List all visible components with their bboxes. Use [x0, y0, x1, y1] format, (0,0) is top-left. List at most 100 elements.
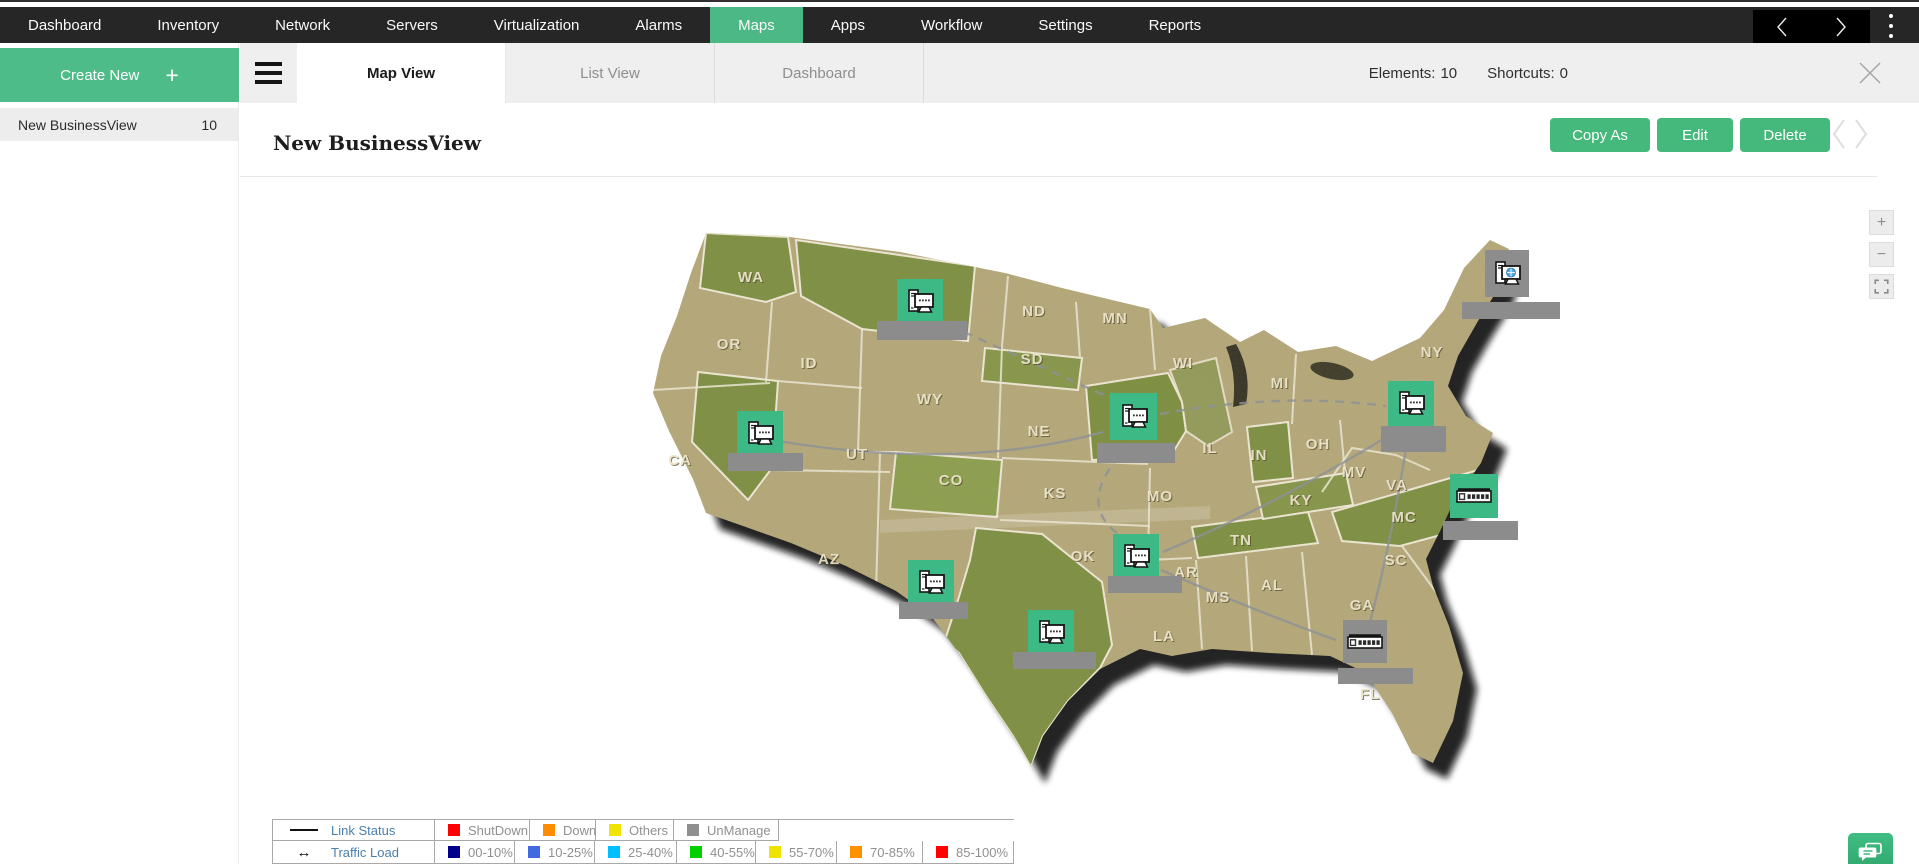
device-label[interactable]	[1097, 443, 1175, 463]
state-label-sc: SC	[1385, 552, 1408, 569]
fit-screen-icon	[1874, 279, 1889, 294]
legend-item-10-25-: 10-25%	[515, 841, 595, 864]
state-label-az: AZ	[818, 551, 840, 568]
legend-item-label: UnManage	[707, 823, 771, 838]
state-label-nd: ND	[1022, 303, 1046, 320]
legend-title-traffic-load: ↔Traffic Load	[273, 841, 435, 864]
state-label-ne: NE	[1028, 423, 1051, 440]
legend-item-label: Others	[629, 823, 668, 838]
device-label[interactable]	[1443, 521, 1518, 540]
state-label-mi: MI	[1271, 375, 1290, 392]
legend-swatch	[448, 824, 460, 836]
device-desktop-icon[interactable]	[1028, 610, 1074, 656]
state-label-wi: WI	[1173, 355, 1193, 372]
state-label-mo: MO	[1147, 488, 1173, 505]
legend-swatch	[543, 824, 555, 836]
device-label[interactable]	[728, 453, 803, 471]
state-label-mv: MV	[1342, 464, 1367, 481]
legend-swatch	[769, 846, 781, 858]
zoom-in-button[interactable]: +	[1869, 210, 1894, 235]
device-label[interactable]	[1381, 426, 1446, 452]
device-label[interactable]	[1108, 576, 1182, 593]
legend-swatch	[608, 846, 620, 858]
device-desktop-icon[interactable]	[897, 279, 943, 325]
legend-swatch	[936, 846, 948, 858]
legend-swatch	[609, 824, 621, 836]
state-label-ga: GA	[1350, 597, 1375, 614]
state-label-la: LA	[1153, 628, 1175, 645]
legend-item-label: 55-70%	[789, 845, 834, 860]
device-switch-icon[interactable]	[1450, 474, 1498, 518]
state-label-wy: WY	[917, 391, 943, 408]
legend-title-label: Link Status	[331, 823, 395, 838]
device-desktop-icon[interactable]	[1388, 381, 1434, 427]
legend-item-label: 10-25%	[548, 845, 593, 860]
legend-row-link-status: Link Status ShutDown Down Others UnManage	[273, 820, 1014, 841]
device-label[interactable]	[1462, 302, 1560, 319]
traffic-arrow-icon: ↔	[283, 844, 325, 861]
legend-item-55-70-: 55-70%	[756, 841, 837, 864]
legend-row-traffic-load: ↔Traffic Load 00-10% 10-25% 25-40% 40-55% 55-…	[273, 841, 1014, 864]
legend-item-unmanage: UnManage	[674, 820, 779, 841]
map-legend: Link Status ShutDown Down Others UnManage ↔Tr…	[272, 819, 1014, 864]
device-label[interactable]	[1013, 652, 1096, 669]
legend-swatch	[690, 846, 702, 858]
state-label-al: AL	[1261, 577, 1283, 594]
device-label[interactable]	[899, 602, 968, 619]
state-label-mn: MN	[1102, 310, 1127, 327]
legend-swatch	[528, 846, 540, 858]
legend-item-label: 25-40%	[628, 845, 673, 860]
state-label-tn: TN	[1230, 532, 1252, 549]
legend-item-down: Down	[530, 820, 596, 841]
app-screen: DashboardInventoryNetworkServersVirtuali…	[0, 0, 1919, 864]
legend-swatch	[850, 846, 862, 858]
state-label-sd: SD	[1021, 351, 1044, 368]
legend-item-40-55-: 40-55%	[677, 841, 756, 864]
legend-item-70-85-: 70-85%	[837, 841, 923, 864]
device-desktop-icon[interactable]	[1113, 534, 1159, 580]
state-label-ut: UT	[846, 446, 868, 463]
legend-item-label: 00-10%	[468, 845, 513, 860]
chat-button[interactable]	[1848, 833, 1893, 864]
state-label-ms: MS	[1206, 589, 1231, 606]
legend-item-label: ShutDown	[468, 823, 528, 838]
legend-item-shutdown: ShutDown	[435, 820, 530, 841]
legend-item-label: Down	[563, 823, 596, 838]
legend-item-25-40-: 25-40%	[595, 841, 677, 864]
us-map: WAORIDNDSDMNWIMINYWYNECOUTCAKSMOILINOHMV…	[0, 0, 1919, 864]
state-label-ks: KS	[1044, 485, 1067, 502]
chat-bubbles-icon	[1858, 842, 1884, 864]
state-label-fl: FL	[1360, 686, 1380, 703]
state-label-oh: OH	[1306, 436, 1331, 453]
device-desktop-icon[interactable]	[908, 560, 954, 606]
state-label-va: VA	[1386, 477, 1408, 494]
state-label-wa: WA	[738, 269, 764, 286]
legend-item-00-10-: 00-10%	[435, 841, 515, 864]
state-label-id: ID	[801, 355, 818, 372]
map-zoom-controls: + −	[1869, 210, 1894, 299]
legend-item-label: 40-55%	[710, 845, 755, 860]
link-line-icon	[283, 829, 325, 831]
device-switch-icon[interactable]	[1343, 620, 1387, 663]
state-label-ca: CA	[668, 452, 692, 469]
state-label-il: IL	[1202, 440, 1217, 457]
device-desktop-windows-icon[interactable]	[1485, 250, 1529, 297]
legend-item-label: 70-85%	[870, 845, 915, 860]
legend-swatch	[448, 846, 460, 858]
legend-item-85-100-: 85-100%	[923, 841, 1014, 864]
fit-screen-button[interactable]	[1869, 274, 1894, 299]
state-label-in: IN	[1251, 447, 1268, 464]
state-label-co: CO	[939, 472, 964, 489]
device-desktop-icon[interactable]	[1110, 393, 1157, 440]
state-label-ky: KY	[1290, 492, 1313, 509]
device-desktop-icon[interactable]	[737, 411, 783, 457]
zoom-out-button[interactable]: −	[1869, 242, 1894, 267]
device-label[interactable]	[877, 321, 967, 340]
legend-item-label: 85-100%	[956, 845, 1008, 860]
legend-item-others: Others	[596, 820, 674, 841]
state-label-mc: MC	[1391, 509, 1416, 526]
map-states	[630, 215, 1560, 815]
state-label-ny: NY	[1421, 344, 1444, 361]
state-label-ok: OK	[1071, 548, 1096, 565]
device-label[interactable]	[1338, 668, 1413, 684]
